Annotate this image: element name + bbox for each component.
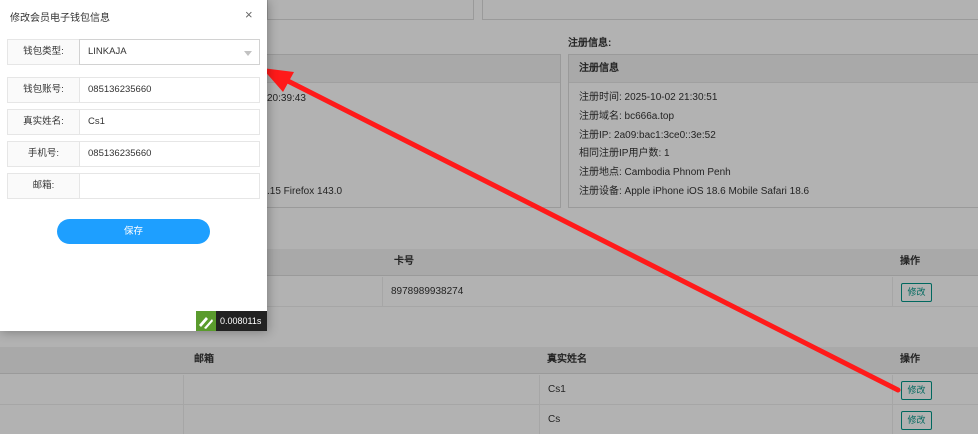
save-button[interactable]: 保存 xyxy=(57,219,210,244)
phone-input[interactable]: 085136235660 xyxy=(79,141,260,167)
wallet-type-select[interactable]: LINKAJA xyxy=(79,39,260,65)
render-timer-badge: 0.008011s xyxy=(196,311,267,331)
wallet-type-value: LINKAJA xyxy=(88,46,127,57)
real-name-label: 真实姓名: xyxy=(7,109,80,135)
wallet-type-row: 钱包类型: LINKAJA xyxy=(7,39,260,65)
phone-label: 手机号: xyxy=(7,141,80,167)
wallet-account-input[interactable]: 085136235660 xyxy=(79,77,260,103)
annotation-arrow-line xyxy=(277,74,901,393)
phone-row: 手机号: 085136235660 xyxy=(7,141,260,167)
chevron-down-icon xyxy=(244,51,252,56)
timer-text: 0.008011s xyxy=(220,316,262,326)
edit-wallet-dialog: 修改会员电子钱包信息 × 钱包类型: LINKAJA 钱包账号: 0851362… xyxy=(0,0,267,331)
wallet-type-label: 钱包类型: xyxy=(7,39,80,65)
real-name-row: 真实姓名: Cs1 xyxy=(7,109,260,135)
wallet-account-label: 钱包账号: xyxy=(7,77,80,103)
email-label: 邮箱: xyxy=(7,173,80,199)
wallet-account-row: 钱包账号: 085136235660 xyxy=(7,77,260,103)
email-row: 邮箱: xyxy=(7,173,260,199)
dialog-title: 修改会员电子钱包信息 xyxy=(10,13,110,24)
real-name-input[interactable]: Cs1 xyxy=(79,109,260,135)
leaf-logo-icon xyxy=(196,311,216,331)
email-input[interactable] xyxy=(79,173,260,199)
close-icon[interactable]: × xyxy=(245,7,253,22)
